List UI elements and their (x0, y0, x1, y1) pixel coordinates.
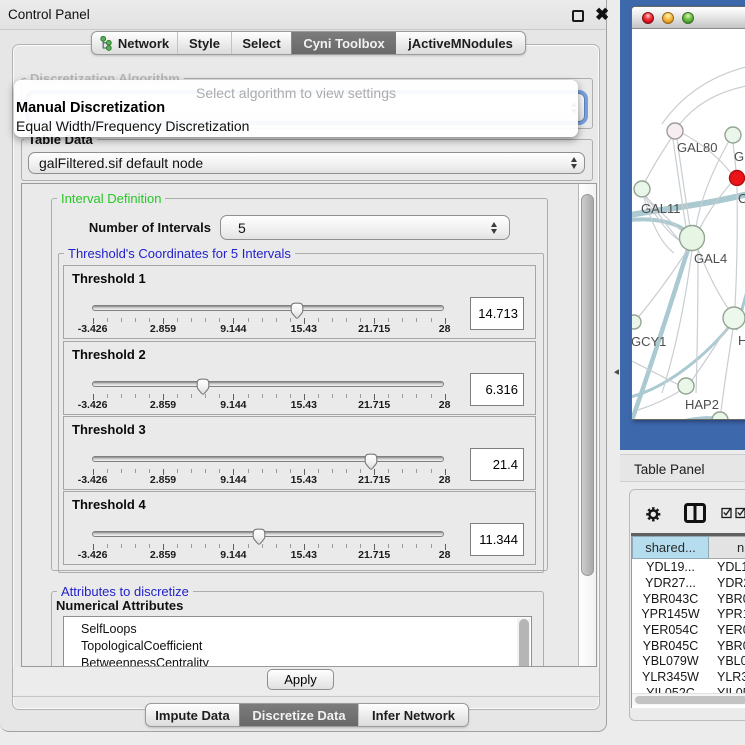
svg-text:GAL80: GAL80 (677, 140, 717, 155)
svg-text:GCY1: GCY1 (632, 334, 666, 349)
svg-text:HAP2: HAP2 (685, 397, 719, 412)
svg-text:G.: G. (734, 149, 745, 164)
svg-text:GAL4: GAL4 (694, 251, 727, 266)
svg-text:C: C (738, 191, 745, 206)
svg-text:H: H (738, 333, 745, 348)
svg-text:GAL11: GAL11 (641, 201, 681, 216)
